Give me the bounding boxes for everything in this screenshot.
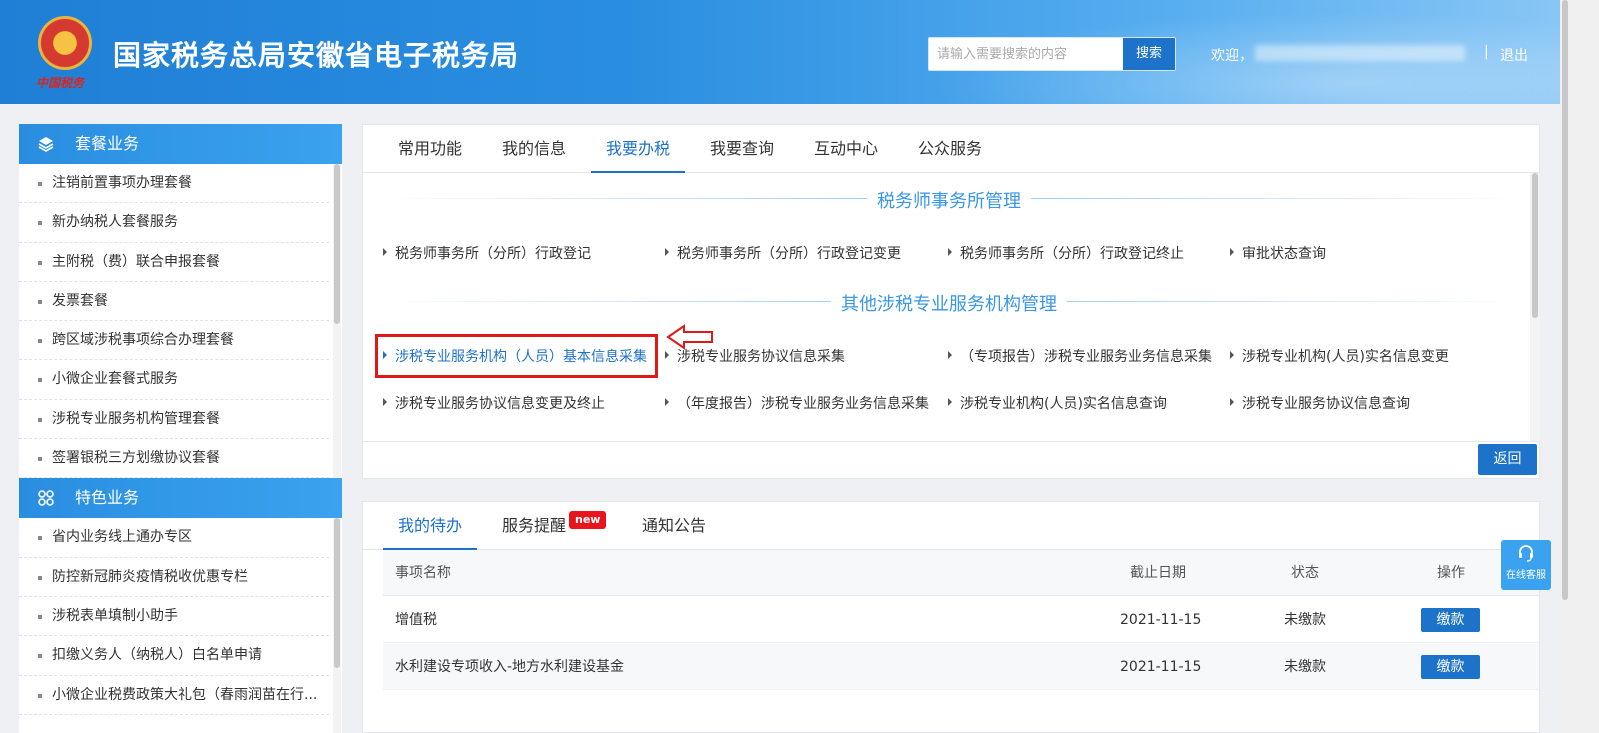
sidebar: 套餐业务 注销前置事项办理套餐 新办纳税人套餐服务 主附税（费）联合申报套餐 发… bbox=[19, 124, 342, 733]
tab-common-functions[interactable]: 常用功能 bbox=[385, 125, 475, 173]
sidebar-scrollbar-thumb[interactable] bbox=[334, 518, 340, 668]
todo-panel: 我的待办 服务提醒 new 通知公告 事项名称 截止日期 状态 操作 增值税 2… bbox=[362, 501, 1540, 733]
site-title: 国家税务总局安徽省电子税务局 bbox=[113, 39, 520, 72]
table-row: 增值税 2021-11-15 未缴款 缴款 bbox=[383, 597, 1539, 643]
service-link[interactable]: 涉税专业服务协议信息采集 bbox=[663, 346, 845, 366]
logout-link[interactable]: 退出 bbox=[1500, 45, 1528, 65]
online-customer-service[interactable]: 在线客服 bbox=[1501, 540, 1551, 590]
pay-button[interactable]: 缴款 bbox=[1421, 608, 1480, 632]
todo-status: 未缴款 bbox=[1284, 612, 1326, 628]
sidebar-item[interactable]: 防控新冠肺炎疫情税收优惠专栏 bbox=[19, 558, 329, 597]
sidebar-item[interactable]: 涉税表单填制小助手 bbox=[19, 597, 329, 637]
column-header-deadline: 截止日期 bbox=[1130, 565, 1186, 581]
sidebar-item[interactable]: 新办纳税人套餐服务 bbox=[19, 203, 329, 243]
header-separator: | bbox=[1484, 44, 1489, 60]
column-header-action: 操作 bbox=[1437, 565, 1465, 581]
sidebar-item[interactable]: 跨区域涉税事项综合办理套餐 bbox=[19, 321, 329, 361]
sidebar-item[interactable]: 涉税专业服务机构管理套餐 bbox=[19, 400, 329, 440]
column-header-name: 事项名称 bbox=[395, 565, 451, 581]
todo-name: 水利建设专项收入-地方水利建设基金 bbox=[395, 659, 625, 675]
service-link[interactable]: 涉税专业服务协议信息变更及终止 bbox=[381, 393, 605, 413]
layers-icon bbox=[38, 136, 54, 152]
todo-status: 未缴款 bbox=[1284, 659, 1326, 675]
tab-my-info[interactable]: 我的信息 bbox=[489, 125, 579, 173]
service-link[interactable]: 涉税专业服务协议信息查询 bbox=[1228, 393, 1410, 413]
emblem-icon bbox=[38, 16, 92, 70]
sidebar-scrollbar[interactable] bbox=[333, 164, 341, 478]
panel-scrollbar-thumb[interactable] bbox=[1532, 173, 1538, 318]
headset-icon bbox=[1501, 540, 1551, 569]
sidebar-item[interactable]: 主附税（费）联合申报套餐 bbox=[19, 243, 329, 282]
todo-deadline: 2021-11-15 bbox=[1120, 612, 1202, 628]
grid-icon bbox=[38, 490, 54, 507]
sidebar-section-title[interactable]: 特色业务 bbox=[19, 478, 342, 519]
sidebar-scrollbar[interactable] bbox=[333, 518, 341, 733]
blurred-username bbox=[1255, 45, 1465, 61]
sidebar-item[interactable]: 省内业务线上通办专区 bbox=[19, 518, 329, 558]
pay-button[interactable]: 缴款 bbox=[1421, 655, 1480, 679]
service-link[interactable]: 税务师事务所（分所）行政登记终止 bbox=[946, 243, 1184, 263]
todo-name: 增值税 bbox=[395, 612, 437, 628]
tab-public-service[interactable]: 公众服务 bbox=[905, 125, 995, 173]
sidebar-item[interactable]: 发票套餐 bbox=[19, 282, 329, 322]
table-header: 事项名称 截止日期 状态 操作 bbox=[383, 550, 1539, 596]
tab-query[interactable]: 我要查询 bbox=[697, 125, 787, 173]
tax-emblem-logo: 中国税务 bbox=[30, 12, 100, 94]
sidebar-item[interactable]: 签署银税三方划缴协议套餐 bbox=[19, 439, 329, 479]
tab-tax-handling[interactable]: 我要办税 bbox=[591, 125, 685, 173]
new-badge: new bbox=[569, 511, 607, 529]
sidebar-item[interactable]: 注销前置事项办理套餐 bbox=[19, 164, 329, 204]
sidebar-section-title[interactable]: 套餐业务 bbox=[19, 124, 342, 164]
panel-footer-divider bbox=[363, 441, 1539, 442]
service-link[interactable]: 审批状态查询 bbox=[1228, 243, 1326, 263]
section-title: 其他涉税专业服务机构管理 bbox=[831, 290, 1067, 316]
page-scrollbar-thumb[interactable] bbox=[1562, 0, 1568, 600]
service-link[interactable]: 涉税专业机构(人员)实名信息查询 bbox=[946, 393, 1167, 413]
todo-deadline: 2021-11-15 bbox=[1120, 659, 1202, 675]
emblem-text: 中国税务 bbox=[36, 76, 85, 90]
tab-my-todo[interactable]: 我的待办 bbox=[383, 502, 477, 550]
sidebar-section-label: 特色业务 bbox=[75, 488, 140, 508]
service-link[interactable]: （专项报告）涉税专业服务业务信息采集 bbox=[946, 346, 1212, 366]
tab-interaction[interactable]: 互动中心 bbox=[801, 125, 891, 173]
sidebar-scrollbar-thumb[interactable] bbox=[334, 164, 340, 324]
panel-scrollbar[interactable] bbox=[1530, 173, 1540, 441]
service-link-basic-info[interactable]: 涉税专业服务机构（人员）基本信息采集 bbox=[381, 346, 647, 366]
back-button[interactable]: 返回 bbox=[1478, 444, 1537, 475]
service-link[interactable]: 税务师事务所（分所）行政登记 bbox=[381, 243, 591, 263]
column-header-status: 状态 bbox=[1291, 565, 1319, 581]
main-panel: 常用功能 我的信息 我要办税 我要查询 互动中心 公众服务 税务师事务所管理 税… bbox=[362, 124, 1540, 479]
tab-notices[interactable]: 通知公告 bbox=[629, 502, 719, 550]
sidebar-item[interactable]: 扣缴义务人（纳税人）白名单申请 bbox=[19, 636, 329, 676]
table-row: 水利建设专项收入-地方水利建设基金 2021-11-15 未缴款 缴款 bbox=[383, 644, 1539, 690]
page-scrollbar[interactable] bbox=[1560, 0, 1599, 733]
sidebar-section-label: 套餐业务 bbox=[75, 134, 140, 153]
tab-service-reminder[interactable]: 服务提醒 bbox=[489, 502, 579, 550]
sidebar-item[interactable]: 小微企业套餐式服务 bbox=[19, 360, 329, 400]
search-input[interactable] bbox=[929, 38, 1124, 70]
header: 中国税务 国家税务总局安徽省电子税务局 搜索 欢迎， | 退出 bbox=[0, 0, 1560, 104]
search-box: 搜索 bbox=[928, 37, 1176, 71]
section-title: 税务师事务所管理 bbox=[867, 187, 1031, 213]
search-button[interactable]: 搜索 bbox=[1123, 38, 1175, 70]
service-link[interactable]: 涉税专业机构(人员)实名信息变更 bbox=[1228, 346, 1449, 366]
service-link[interactable]: （年度报告）涉税专业服务业务信息采集 bbox=[663, 393, 929, 413]
welcome-text: 欢迎， bbox=[1211, 48, 1253, 64]
service-link[interactable]: 税务师事务所（分所）行政登记变更 bbox=[663, 243, 901, 263]
customer-service-label: 在线客服 bbox=[1506, 570, 1546, 581]
sidebar-item[interactable]: 小微企业税费政策大礼包（春雨润苗在行... bbox=[19, 676, 329, 715]
